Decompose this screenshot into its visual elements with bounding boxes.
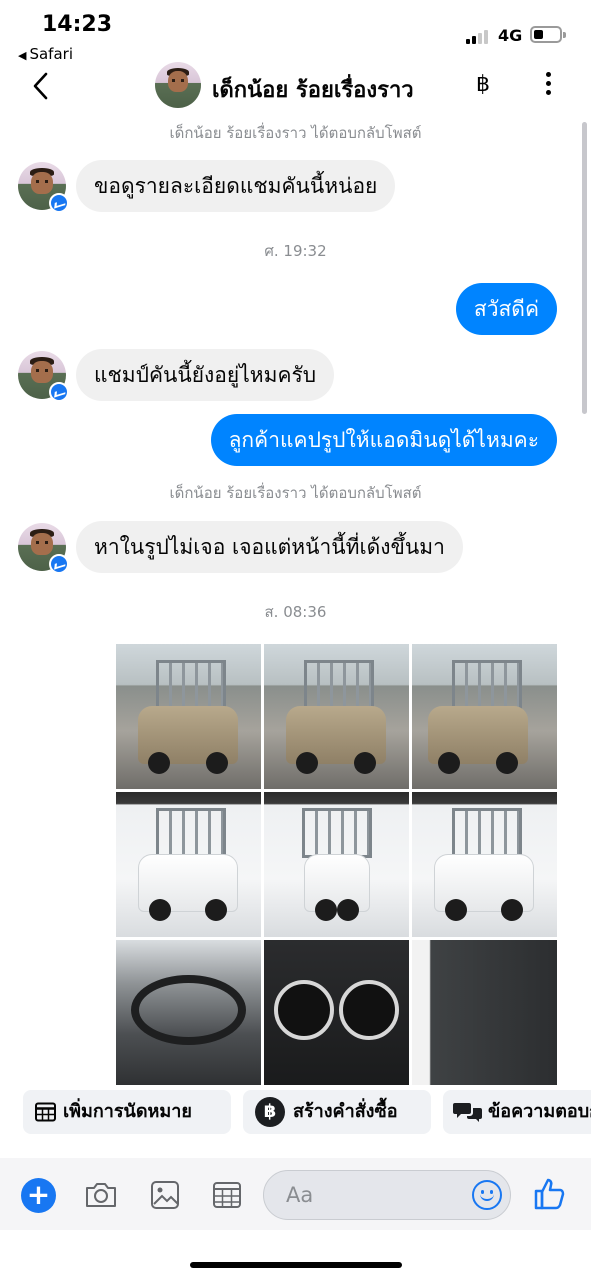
camera-icon[interactable] bbox=[84, 1179, 118, 1211]
back-button[interactable] bbox=[26, 66, 58, 106]
add-appointment-button[interactable]: เพิ่มการนัดหมาย bbox=[23, 1090, 231, 1134]
interior-photo[interactable] bbox=[116, 940, 261, 1085]
status-bar: 14:23 ◀ Safari 4G bbox=[0, 0, 591, 64]
quick-reply-button[interactable]: ข้อความตอบกลับ bbox=[443, 1090, 591, 1134]
home-indicator[interactable] bbox=[190, 1262, 402, 1268]
outgoing-message[interactable]: สวัสดีค่ bbox=[455, 283, 557, 335]
message-input-placeholder: Aa bbox=[286, 1183, 314, 1207]
calendar-icon bbox=[35, 1102, 56, 1122]
conversation-header: เด็กน้อย ร้อยเรื่องราว ฿ bbox=[0, 56, 591, 116]
outgoing-message[interactable]: ลูกค้าแคปรูปให้แอดมินดูได้ไหมคะ bbox=[210, 414, 557, 466]
chevron-left-icon bbox=[33, 72, 48, 100]
gallery-icon[interactable] bbox=[148, 1179, 182, 1211]
truck-photo[interactable] bbox=[264, 644, 409, 789]
quick-actions-bar: เพิ่มการนัดหมาย ฿ สร้างคำสั่งซื้อ ข้อควา… bbox=[0, 1090, 591, 1138]
signal-strength-icon bbox=[466, 28, 492, 44]
door-photo[interactable] bbox=[412, 940, 557, 1085]
network-type: 4G bbox=[498, 26, 523, 45]
calendar-icon[interactable] bbox=[210, 1179, 244, 1211]
status-time: 14:23 bbox=[42, 12, 113, 37]
create-order-button[interactable]: ฿ สร้างคำสั่งซื้อ bbox=[243, 1090, 431, 1134]
truck-photo[interactable] bbox=[412, 644, 557, 789]
incoming-message[interactable]: ขอดูรายละเอียดแชมคันนี้หน่อย bbox=[76, 160, 396, 212]
contact-name[interactable]: เด็กน้อย ร้อยเรื่องราว bbox=[212, 72, 414, 107]
messenger-badge-icon bbox=[49, 193, 69, 213]
baht-icon[interactable]: ฿ bbox=[476, 72, 490, 97]
incoming-message[interactable]: แชมป์คันนี้ยังอยู่ไหมครับ bbox=[76, 349, 335, 401]
emoji-icon[interactable] bbox=[472, 1180, 502, 1210]
battery-icon bbox=[530, 26, 566, 43]
thumbs-up-icon[interactable] bbox=[532, 1176, 568, 1212]
truck-photo[interactable] bbox=[116, 792, 261, 937]
chat-bubbles-icon bbox=[453, 1103, 482, 1122]
system-note: เด็กน้อย ร้อยเรื่องราว ได้ตอบกลับโพสต์ bbox=[169, 124, 422, 142]
message-composer: + Aa bbox=[0, 1158, 591, 1230]
more-actions-plus-button[interactable]: + bbox=[21, 1178, 56, 1213]
chip-label: เพิ่มการนัดหมาย bbox=[63, 1101, 192, 1122]
messenger-badge-icon bbox=[49, 554, 69, 574]
scrollbar[interactable] bbox=[582, 122, 587, 414]
truck-photo[interactable] bbox=[412, 792, 557, 937]
chip-label: สร้างคำสั่งซื้อ bbox=[293, 1101, 398, 1122]
message-input[interactable]: Aa bbox=[263, 1170, 511, 1220]
message-timestamp: ส. 08:36 bbox=[264, 603, 327, 621]
system-note: เด็กน้อย ร้อยเรื่องราว ได้ตอบกลับโพสต์ bbox=[169, 484, 422, 502]
truck-photo[interactable] bbox=[116, 644, 261, 789]
message-timestamp: ศ. 19:32 bbox=[264, 242, 327, 260]
messenger-badge-icon bbox=[49, 382, 69, 402]
baht-icon: ฿ bbox=[255, 1097, 285, 1127]
contact-avatar[interactable] bbox=[155, 62, 201, 108]
gauge-photo[interactable] bbox=[264, 940, 409, 1085]
chip-label: ข้อความตอบกลับ bbox=[488, 1101, 591, 1122]
incoming-message[interactable]: หาในรูปไม่เจอ เจอแต่หน้านี้ที่เด้งขึ้นมา bbox=[76, 521, 463, 573]
truck-photo[interactable] bbox=[264, 792, 409, 937]
more-options-button[interactable] bbox=[536, 72, 560, 100]
